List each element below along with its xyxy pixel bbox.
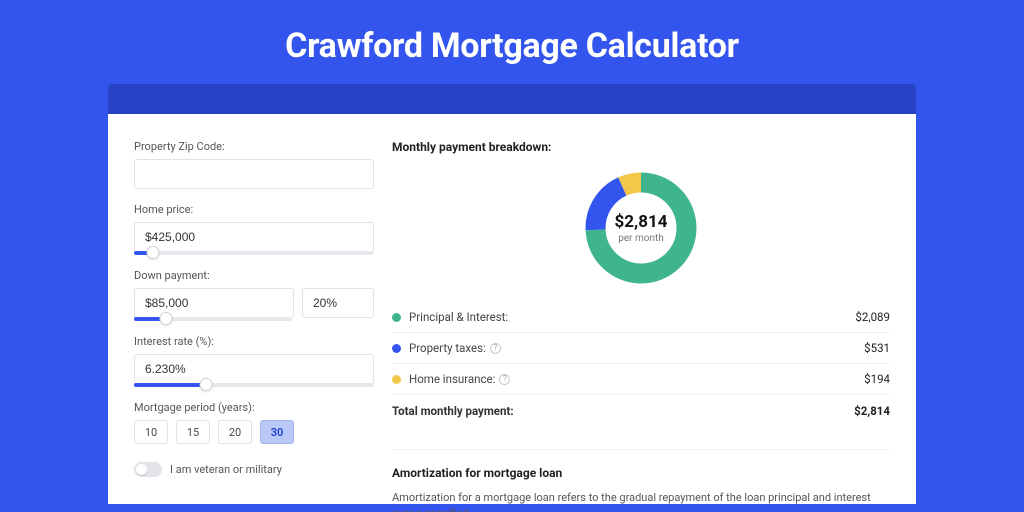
legend-label: Property taxes: (409, 341, 486, 355)
down-payment-amount-input[interactable] (134, 288, 294, 318)
legend-row-1: Property taxes:? $531 (392, 332, 890, 363)
home-price-slider[interactable] (134, 251, 374, 255)
mortgage-period-field: Mortgage period (years): 10 15 20 30 (134, 401, 374, 444)
legend-dot-icon (392, 375, 401, 384)
veteran-toggle-knob (136, 464, 147, 475)
legend: Principal & Interest: $2,089 Property taxe… (392, 302, 890, 394)
period-button-10[interactable]: 10 (134, 420, 168, 444)
legend-row-0: Principal & Interest: $2,089 (392, 302, 890, 332)
legend-value: $2,089 (855, 310, 890, 324)
form-panel: Property Zip Code: Home price: Down paym… (134, 140, 374, 504)
legend-value: $194 (864, 372, 890, 386)
amortization-title: Amortization for mortgage loan (392, 466, 890, 480)
period-button-15[interactable]: 15 (176, 420, 210, 444)
legend-dot-icon (392, 313, 401, 322)
down-payment-percent-input[interactable] (302, 288, 374, 318)
zip-field: Property Zip Code: (134, 140, 374, 189)
total-label: Total monthly payment: (392, 404, 514, 418)
page-title: Crawford Mortgage Calculator (0, 0, 1024, 84)
period-button-30[interactable]: 30 (260, 420, 294, 444)
home-price-field: Home price: (134, 203, 374, 255)
legend-row-2: Home insurance:? $194 (392, 363, 890, 394)
donut-center: $2,814 per month (581, 168, 701, 288)
donut-chart-container: $2,814 per month (392, 164, 890, 302)
zip-label: Property Zip Code: (134, 140, 374, 153)
info-icon[interactable]: ? (499, 374, 510, 385)
interest-rate-slider-fill (134, 383, 206, 387)
breakdown-panel: Monthly payment breakdown: $2,814 per mo… (392, 140, 890, 504)
total-value: $2,814 (854, 404, 890, 418)
home-price-input[interactable] (134, 222, 374, 252)
legend-label: Principal & Interest: (409, 310, 508, 324)
amortization-text: Amortization for a mortgage loan refers … (392, 490, 890, 512)
interest-rate-slider[interactable] (134, 383, 374, 387)
total-row: Total monthly payment: $2,814 (392, 394, 890, 427)
mortgage-period-label: Mortgage period (years): (134, 401, 374, 414)
down-payment-label: Down payment: (134, 269, 374, 282)
down-payment-field: Down payment: (134, 269, 374, 321)
interest-rate-label: Interest rate (%): (134, 335, 374, 348)
legend-label: Home insurance: (409, 372, 495, 386)
down-payment-slider-thumb[interactable] (159, 312, 172, 325)
donut-amount: $2,814 (615, 212, 668, 232)
home-price-label: Home price: (134, 203, 374, 216)
header-band (108, 84, 916, 114)
veteran-toggle[interactable] (134, 462, 162, 477)
zip-input[interactable] (134, 159, 374, 189)
interest-rate-slider-thumb[interactable] (200, 378, 213, 391)
period-button-group: 10 15 20 30 (134, 420, 374, 444)
down-payment-slider[interactable] (134, 317, 292, 321)
interest-rate-input[interactable] (134, 354, 374, 384)
amortization-section: Amortization for mortgage loan Amortizat… (392, 449, 890, 512)
veteran-row: I am veteran or military (134, 462, 374, 477)
home-price-slider-thumb[interactable] (147, 246, 160, 259)
calculator-card: Property Zip Code: Home price: Down paym… (108, 114, 916, 504)
veteran-label: I am veteran or military (170, 463, 282, 476)
period-button-20[interactable]: 20 (218, 420, 252, 444)
breakdown-title: Monthly payment breakdown: (392, 140, 890, 154)
donut-chart: $2,814 per month (581, 168, 701, 288)
legend-value: $531 (864, 341, 890, 355)
donut-sub: per month (618, 233, 664, 244)
legend-dot-icon (392, 344, 401, 353)
interest-rate-field: Interest rate (%): (134, 335, 374, 387)
info-icon[interactable]: ? (490, 343, 501, 354)
